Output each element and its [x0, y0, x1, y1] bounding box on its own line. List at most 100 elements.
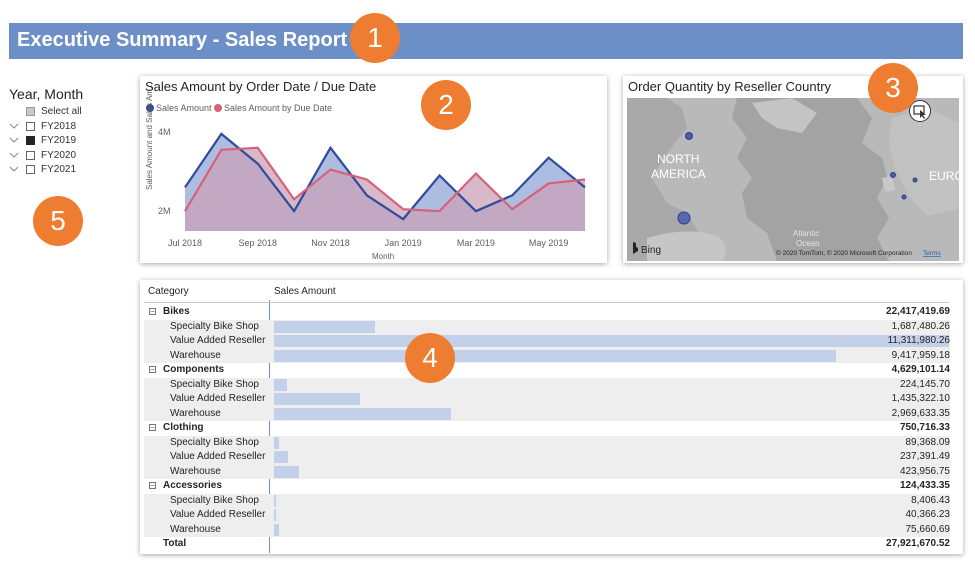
legend-label-sales-amount: Sales Amount: [156, 103, 212, 113]
table-row[interactable]: Specialty Bike Shop 8,406.43: [144, 493, 950, 508]
group-name: Clothing: [163, 422, 204, 433]
x-tick-label: Nov 2018: [311, 238, 350, 248]
chevron-down-icon[interactable]: [9, 121, 19, 131]
row-category: Warehouse: [170, 349, 221, 361]
group-total: 750,716.33: [899, 422, 950, 433]
row-category: Value Added Reseller: [170, 393, 266, 404]
map-canvas[interactable]: NORTH AMERICA EURO Atlantic Ocean Bing ©…: [627, 98, 959, 261]
slicer-checkbox[interactable]: [26, 165, 35, 174]
callout-badge-4: 4: [405, 333, 455, 383]
x-axis-label: Month: [372, 252, 394, 261]
table-group-row[interactable]: − Bikes 22,417,419.69: [144, 305, 950, 320]
column-header-sales-amount[interactable]: Sales Amount: [274, 286, 336, 297]
data-bar: [274, 335, 949, 347]
table-row[interactable]: Warehouse 9,417,959.18: [144, 348, 950, 363]
row-value: 11,311,980.26: [887, 335, 950, 346]
collapse-icon[interactable]: −: [149, 482, 156, 490]
row-value: 8,406.43: [911, 494, 950, 506]
data-bar: [274, 465, 300, 478]
data-bar: [274, 378, 288, 391]
map-bubble-canada[interactable]: [685, 132, 693, 140]
row-value: 1,435,322.10: [891, 393, 950, 404]
table-row[interactable]: Warehouse 75,660.69: [144, 522, 951, 537]
row-value: 9,417,959.18: [891, 349, 950, 361]
map-label-europe: EURO: [929, 169, 959, 183]
matrix-table-panel[interactable]: Category Sales Amount − Bikes 22,417,419.6…: [140, 280, 963, 554]
chevron-down-icon[interactable]: [9, 150, 19, 160]
table-row[interactable]: Value Added Reseller 11,311,980.26: [144, 334, 950, 349]
table-row[interactable]: Specialty Bike Shop 224,145.70: [144, 377, 950, 392]
map-terms-link[interactable]: Terms: [923, 250, 941, 257]
collapse-icon[interactable]: −: [149, 366, 156, 374]
line-chart-panel[interactable]: Sales Amount by Order Date / Due Date Sa…: [140, 76, 607, 263]
group-name: Bikes: [163, 306, 190, 317]
chevron-down-icon[interactable]: [9, 164, 19, 174]
table-row[interactable]: Specialty Bike Shop 1,687,480.26: [144, 319, 950, 334]
table-total-row: Total 27,921,670.52: [144, 537, 950, 552]
row-category: Specialty Bike Shop: [170, 320, 259, 332]
slicer-item-label: FY2019: [41, 135, 77, 146]
slicer-checkbox[interactable]: [26, 150, 35, 160]
x-tick-label: Sep 2018: [238, 238, 277, 248]
callout-badge-2: 2: [421, 80, 471, 130]
collapse-icon[interactable]: −: [149, 424, 156, 432]
y-tick-label: 4M: [158, 127, 171, 137]
data-bar: [274, 393, 360, 405]
data-bar: [274, 436, 280, 449]
map-title: Order Quantity by Reseller Country: [628, 79, 832, 94]
table-row[interactable]: Warehouse 2,969,633.35: [144, 406, 950, 421]
slicer-item-label: FY2020: [41, 149, 77, 161]
group-total: 22,417,419.69: [886, 306, 950, 317]
map-bubble-united-kingdom[interactable]: [890, 172, 896, 178]
data-bar: [274, 523, 279, 536]
row-value: 237,391.49: [899, 451, 950, 462]
line-chart-svg: Sales Amount Sales Amount by Due Date Sa…: [145, 82, 586, 261]
map-bubble-germany[interactable]: [912, 177, 918, 183]
x-tick-label: Mar 2019: [457, 238, 495, 248]
chevron-down-icon[interactable]: [9, 135, 19, 145]
slicer-checkbox[interactable]: [26, 136, 35, 145]
y-axis-ticks: 4M 2M: [158, 127, 171, 216]
slicer-checkbox[interactable]: [26, 121, 35, 131]
y-tick-label: 2M: [158, 206, 171, 216]
table-row[interactable]: Value Added Reseller 237,391.49: [144, 450, 950, 465]
map-bubble-france[interactable]: [901, 194, 907, 200]
collapse-icon[interactable]: −: [149, 308, 156, 316]
row-value: 40,366.23: [905, 509, 951, 520]
table-row[interactable]: Specialty Bike Shop 89,368.09: [144, 435, 950, 450]
map-label-north: NORTH: [657, 152, 699, 166]
table-group-row[interactable]: − Components 4,629,101.14: [144, 363, 950, 378]
row-value: 75,660.69: [905, 523, 951, 535]
callout-badge-3: 3: [868, 63, 918, 113]
row-category: Specialty Bike Shop: [170, 436, 259, 448]
slicer-item-label: FY2018: [41, 120, 77, 132]
column-header-category[interactable]: Category: [148, 286, 189, 297]
data-bar: [274, 349, 836, 362]
table-row[interactable]: Value Added Reseller 40,366.23: [144, 508, 950, 523]
y-axis-label: Sales Amount and Sales Am...: [145, 82, 154, 190]
row-category: Warehouse: [170, 407, 221, 419]
report-title: Executive Summary - Sales Report: [17, 29, 348, 51]
data-bar: [274, 509, 277, 521]
row-value: 1,687,480.26: [891, 320, 950, 332]
map-label-atlantic: Atlantic: [793, 229, 819, 238]
row-category: Warehouse: [170, 523, 221, 535]
group-total: 124,433.35: [899, 480, 950, 491]
bing-label: Bing: [641, 245, 661, 256]
table-row[interactable]: Warehouse 423,956.75: [144, 464, 950, 479]
data-bar: [274, 494, 276, 507]
table-group-row[interactable]: − Clothing 750,716.33: [144, 421, 950, 436]
row-value: 224,145.70: [899, 378, 950, 390]
row-category: Warehouse: [170, 465, 221, 477]
row-category: Value Added Reseller: [170, 509, 266, 520]
grand-total: 27,921,670.52: [886, 538, 950, 549]
data-bar: [274, 320, 375, 333]
x-tick-label: Jan 2019: [385, 238, 422, 248]
row-category: Specialty Bike Shop: [170, 378, 259, 390]
map-label-ocean: Ocean: [796, 239, 820, 248]
table-group-row[interactable]: − Accessories 124,433.35: [144, 479, 950, 494]
table-row[interactable]: Value Added Reseller 1,435,322.10: [144, 392, 950, 407]
slicer-checkbox[interactable]: [26, 107, 35, 116]
group-name: Components: [163, 364, 225, 375]
map-bubble-united-states[interactable]: [677, 211, 691, 225]
